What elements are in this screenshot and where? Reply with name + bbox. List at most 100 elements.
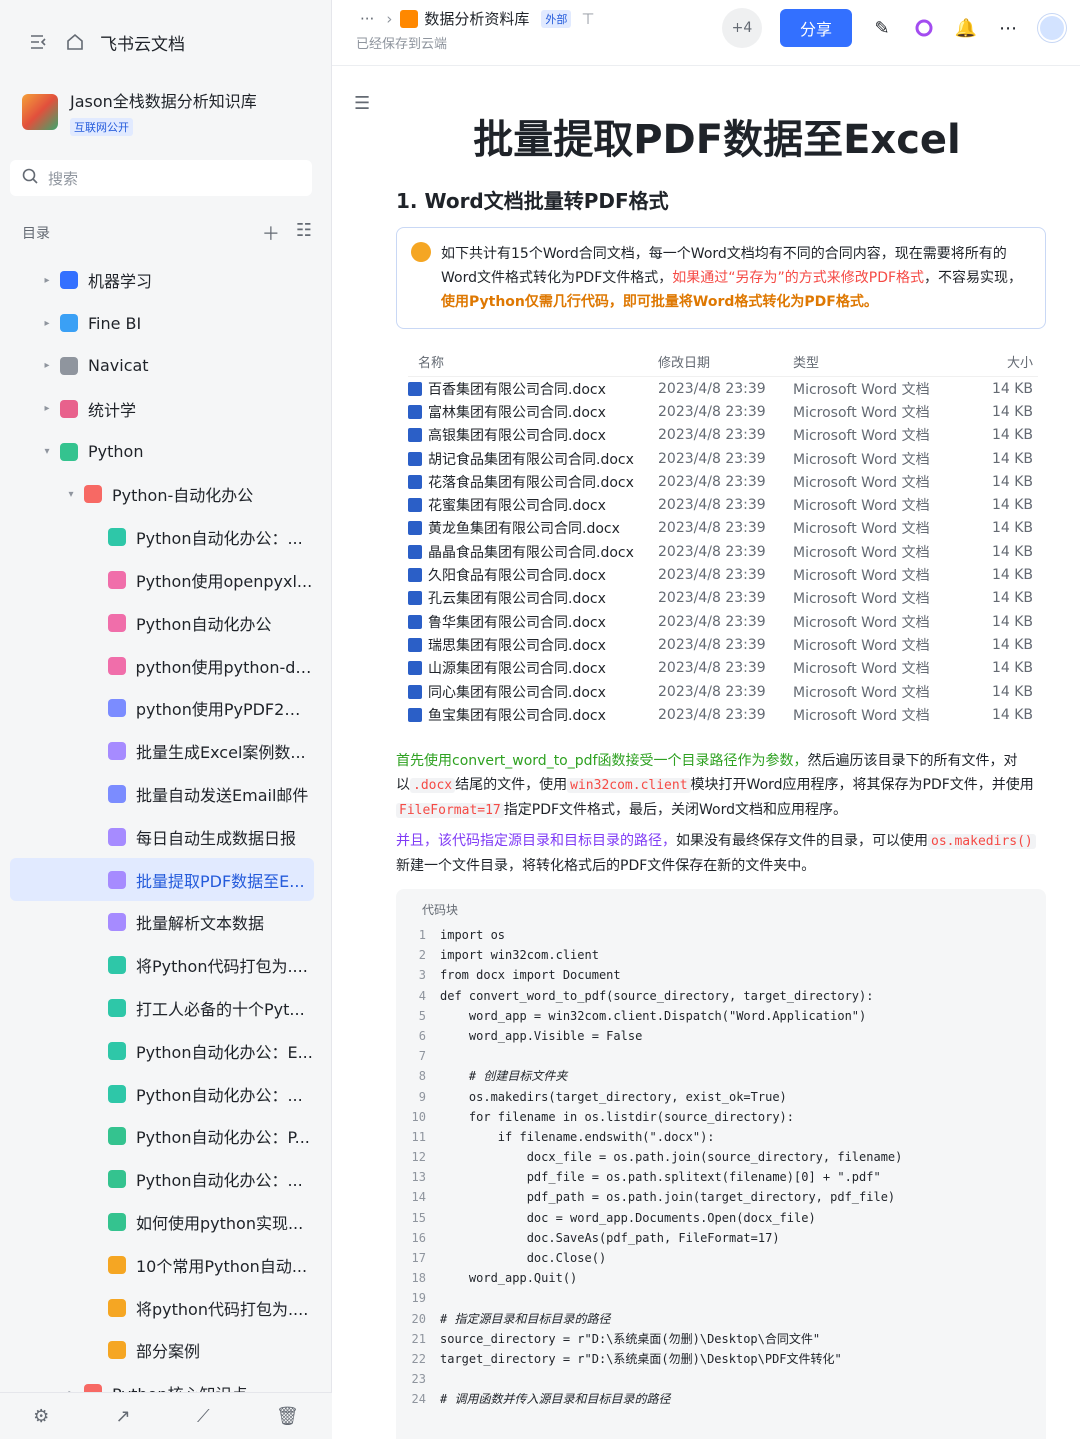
sidebar-item[interactable]: python使用python-do... [10,644,314,687]
doc-icon [84,485,102,504]
word-file-icon [408,521,422,536]
chevron-right-icon[interactable]: ▸ [40,360,54,371]
line-number: 8 [418,1069,426,1084]
knowledge-base-header[interactable]: Jason全栈数据分析知识库 互联网公开 [22,88,257,136]
sidebar-item[interactable]: ▾ Python-自动化办公 [10,473,314,516]
sidebar-item[interactable]: Python自动化办公：E... [10,1029,314,1072]
app-name[interactable]: 飞书云文档 [100,30,185,55]
line-number: 18 [411,1271,426,1286]
file-size: 14 KB [991,450,1033,467]
home-icon[interactable] [64,31,86,53]
sidebar-item[interactable]: Python自动化办公：... [10,516,314,559]
add-icon[interactable]: ＋ [262,220,280,246]
chevron-right-icon[interactable]: ▸ [40,403,54,414]
sidebar-item-label: 打工人必备的十个Pyt... [136,999,305,1019]
avatar[interactable] [1038,14,1066,42]
sidebar-item-label: Navicat [88,356,149,376]
doc-icon [108,1170,126,1189]
sidebar-item[interactable]: 批量生成Excel案例数... [10,730,314,773]
sidebar-item[interactable]: 如何使用python实现... [10,1201,314,1244]
stats-icon[interactable]: ⟋ [197,1406,210,1427]
sidebar-item[interactable]: Python自动化办公 [10,601,314,644]
file-name-text: 同心集团有限公司合同.docx [428,684,606,701]
bell-icon[interactable]: 🔔 [954,16,978,40]
code-text: doc.Close() [440,1251,607,1265]
file-name-text: 鱼宝集团有限公司合同.docx [428,707,606,724]
sidebar-item[interactable]: 批量解析文本数据 [10,901,314,944]
chevron-down-icon[interactable]: ▾ [40,446,54,457]
doc-icon [108,784,126,803]
sidebar-item[interactable]: 部分案例 [10,1329,314,1372]
file-size: 14 KB [991,660,1033,677]
sidebar-item[interactable]: ▸ Navicat [10,345,314,388]
doc-icon [108,613,126,632]
collapse-sidebar-icon[interactable] [28,31,50,53]
trash-icon[interactable]: 🗑 [276,1406,299,1427]
sidebar-item[interactable]: python使用PyPDF2和... [10,687,314,730]
sidebar-item[interactable]: ▸ 统计学 [10,387,314,430]
sidebar-item[interactable]: ▸ Fine BI [10,302,314,345]
file-name: 晶晶食品集团有限公司合同.docx [408,542,658,562]
line-number: 19 [411,1291,426,1306]
code-text: doc.SaveAs(pdf_path, FileFormat=17) [440,1230,780,1245]
pin-icon[interactable]: ⊤ [581,10,594,28]
settings-icon[interactable]: ⚙ [33,1406,49,1427]
code-line: 9 os.makedirs(target_directory, exist_ok… [396,1087,1046,1107]
chevron-right-icon[interactable]: ▸ [40,318,54,329]
sidebar-item[interactable]: 每日自动生成数据日报 [10,815,314,858]
sidebar-item-label: 将Python代码打包为.... [136,957,308,977]
header-actions: +4 分享 ✎ 🔔 ⋯ [722,8,1066,48]
sidebar-item[interactable]: Python使用openpyxl... [10,559,314,602]
file-name: 同心集团有限公司合同.docx [408,682,658,702]
share-link-icon[interactable]: ↗ [116,1406,131,1427]
doc-icon [107,656,126,675]
code-line: 19 [396,1288,1046,1308]
file-name: 鲁华集团有限公司合同.docx [408,612,658,632]
file-row: 花落食品集团有限公司合同.docx 2023/4/8 23:39 Microsoft… [408,470,1038,493]
sidebar-item[interactable]: Python自动化办公：... [10,1158,314,1201]
breadcrumb-more[interactable]: ··· [360,10,374,28]
search-input[interactable]: 搜索 [10,160,312,196]
file-date: 2023/4/8 23:39 [658,450,766,467]
list-settings-icon[interactable]: ☷ [296,220,312,246]
sidebar-item-label: 批量解析文本数据 [136,914,265,934]
line-number: 1 [418,928,426,942]
code-line: 22 target_directory = r"D:\系统桌面(勿删)\Deskt… [396,1349,1046,1369]
sidebar-item[interactable]: 10个常用Python自动... [10,1243,314,1286]
share-button[interactable]: 分享 [780,9,852,47]
word-file-icon [408,451,422,466]
file-date: 2023/4/8 23:39 [658,403,766,420]
code-line: 5 word_app = win32com.client.Dispatch("W… [396,1006,1046,1026]
doc-header: ··· › 数据分析资料库 外部 ⊤ 已经保存到云端 +4 分享 ✎ 🔔 ⋯ [332,0,1080,66]
chevron-down-icon[interactable]: ▾ [64,489,78,500]
sidebar-item[interactable]: ▸ 机器学习 [10,259,314,302]
code-line: 21 source_directory = r"D:\系统桌面(勿删)\Deskt… [396,1329,1046,1349]
sidebar-item-label: Python自动化办公：... [136,529,303,549]
sidebar-item[interactable]: 打工人必备的十个Pyt... [10,987,314,1030]
p2-highlight: 并且，该代码指定源目录和目标目录的路径， [396,833,676,849]
file-name-text: 花落食品集团有限公司合同.docx [428,474,634,491]
sidebar-item[interactable]: 批量自动发送Email邮件 [10,773,314,816]
code-block[interactable]: 代码块 1 import os 2 import win32com.client 3 fr… [396,889,1046,1439]
ai-assistant-icon[interactable] [912,16,936,40]
chevron-right-icon[interactable]: ▸ [40,275,54,286]
p1-code-3: FileFormat=17 [396,803,504,818]
line-number: 14 [411,1190,426,1205]
more-icon[interactable]: ⋯ [996,16,1020,40]
sidebar-item[interactable]: ▾ Python [10,430,314,473]
sidebar-item[interactable]: Python自动化办公：... [10,1072,314,1115]
sidebar-item[interactable]: 将python代码打包为.... [10,1286,314,1329]
file-size: 14 KB [991,497,1033,514]
line-number: 16 [411,1230,426,1245]
file-row: 花蜜集团有限公司合同.docx 2023/4/8 23:39 Microsoft W… [408,493,1038,516]
sidebar-item-label: 如何使用python实现... [136,1213,304,1233]
sidebar-item[interactable]: 将Python代码打包为.... [10,944,314,987]
doc-title-crumb[interactable]: 数据分析资料库 [424,8,529,29]
file-name: 高银集团有限公司合同.docx [408,425,658,445]
edit-icon[interactable]: ✎ [870,16,894,40]
sidebar-item[interactable]: Python自动化办公：P... [10,1115,314,1158]
word-file-icon [408,661,422,676]
collaborators-count[interactable]: +4 [722,8,762,48]
sidebar-item[interactable]: 批量提取PDF数据至E... [10,858,314,901]
file-date: 2023/4/8 23:39 [658,543,766,560]
